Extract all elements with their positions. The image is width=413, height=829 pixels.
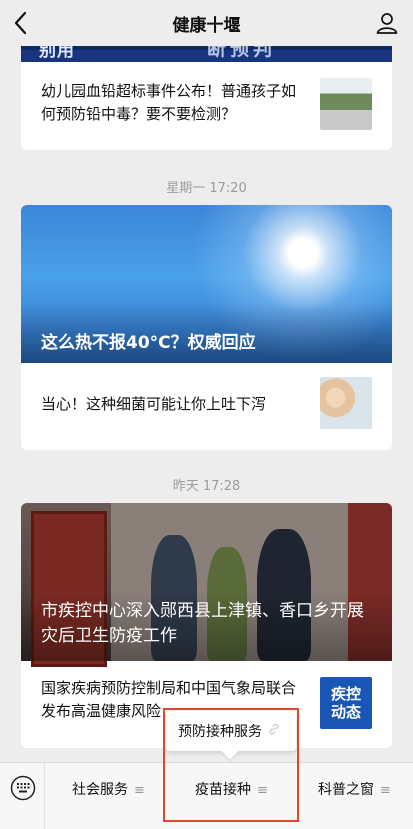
submenu-item-vaccination-service[interactable]: 预防接种服务	[178, 721, 262, 741]
submenu-lines-icon: ≡	[134, 783, 145, 798]
badge-text: 疾控	[330, 685, 361, 703]
cover-image: 市疾控中心深入郧西县上津镇、香口乡开展灾后卫生防疫工作	[21, 503, 392, 667]
timestamp: 星期一 17:20	[166, 181, 247, 196]
submenu-popup[interactable]: 预防接种服务	[166, 711, 296, 760]
page-title: 健康十堰	[172, 16, 241, 36]
menu-label: 科普之窗	[318, 782, 374, 798]
article-title: 幼儿园血铅超标事件公布！普通孩子如何预防铅中毒？要不要检测？	[41, 82, 297, 123]
cover-caption: 这么热不报40°C？权威回应	[41, 333, 256, 353]
article-card[interactable]: 这么热不报40°C？权威回应 当心！这种细菌可能让你上吐下泻	[21, 205, 392, 450]
menu-label: 社会服务	[72, 782, 128, 798]
badge-text: 动态	[330, 703, 361, 721]
user-profile-icon[interactable]	[375, 11, 399, 35]
menu-label: 疫苗接种	[195, 782, 251, 798]
submenu-lines-icon: ≡	[380, 783, 391, 798]
timestamp: 昨天 17:28	[172, 479, 241, 494]
menu-social-services[interactable]: 社会服务 ≡	[72, 779, 145, 799]
article-row[interactable]: 幼儿园血铅超标事件公布！普通孩子如何预防铅中毒？要不要检测？	[21, 72, 392, 150]
bottom-menu-bar: 社会服务 ≡ 疫苗接种 ≡ 科普之窗 ≡	[0, 762, 413, 829]
article-row[interactable]: 当心！这种细菌可能让你上吐下泻	[21, 369, 392, 447]
menu-vaccination[interactable]: 疫苗接种 ≡	[195, 779, 268, 799]
article-title: 当心！这种细菌可能让你上吐下泻	[41, 395, 267, 413]
menu-science-window[interactable]: 科普之窗 ≡	[318, 779, 391, 799]
article-thumbnail	[320, 377, 372, 429]
keyboard-icon[interactable]	[10, 775, 36, 801]
article-thumbnail	[320, 78, 372, 130]
article-thumbnail: 疾控 动态	[320, 677, 372, 729]
submenu-lines-icon: ≡	[257, 783, 268, 798]
cover-image: 这么热不报40°C？权威回应	[21, 205, 392, 363]
link-icon	[269, 723, 279, 735]
top-navigation-bar: 健康十堰	[0, 0, 413, 46]
cover-caption: 市疾控中心深入郧西县上津镇、香口乡开展灾后卫生防疫工作	[41, 601, 364, 646]
